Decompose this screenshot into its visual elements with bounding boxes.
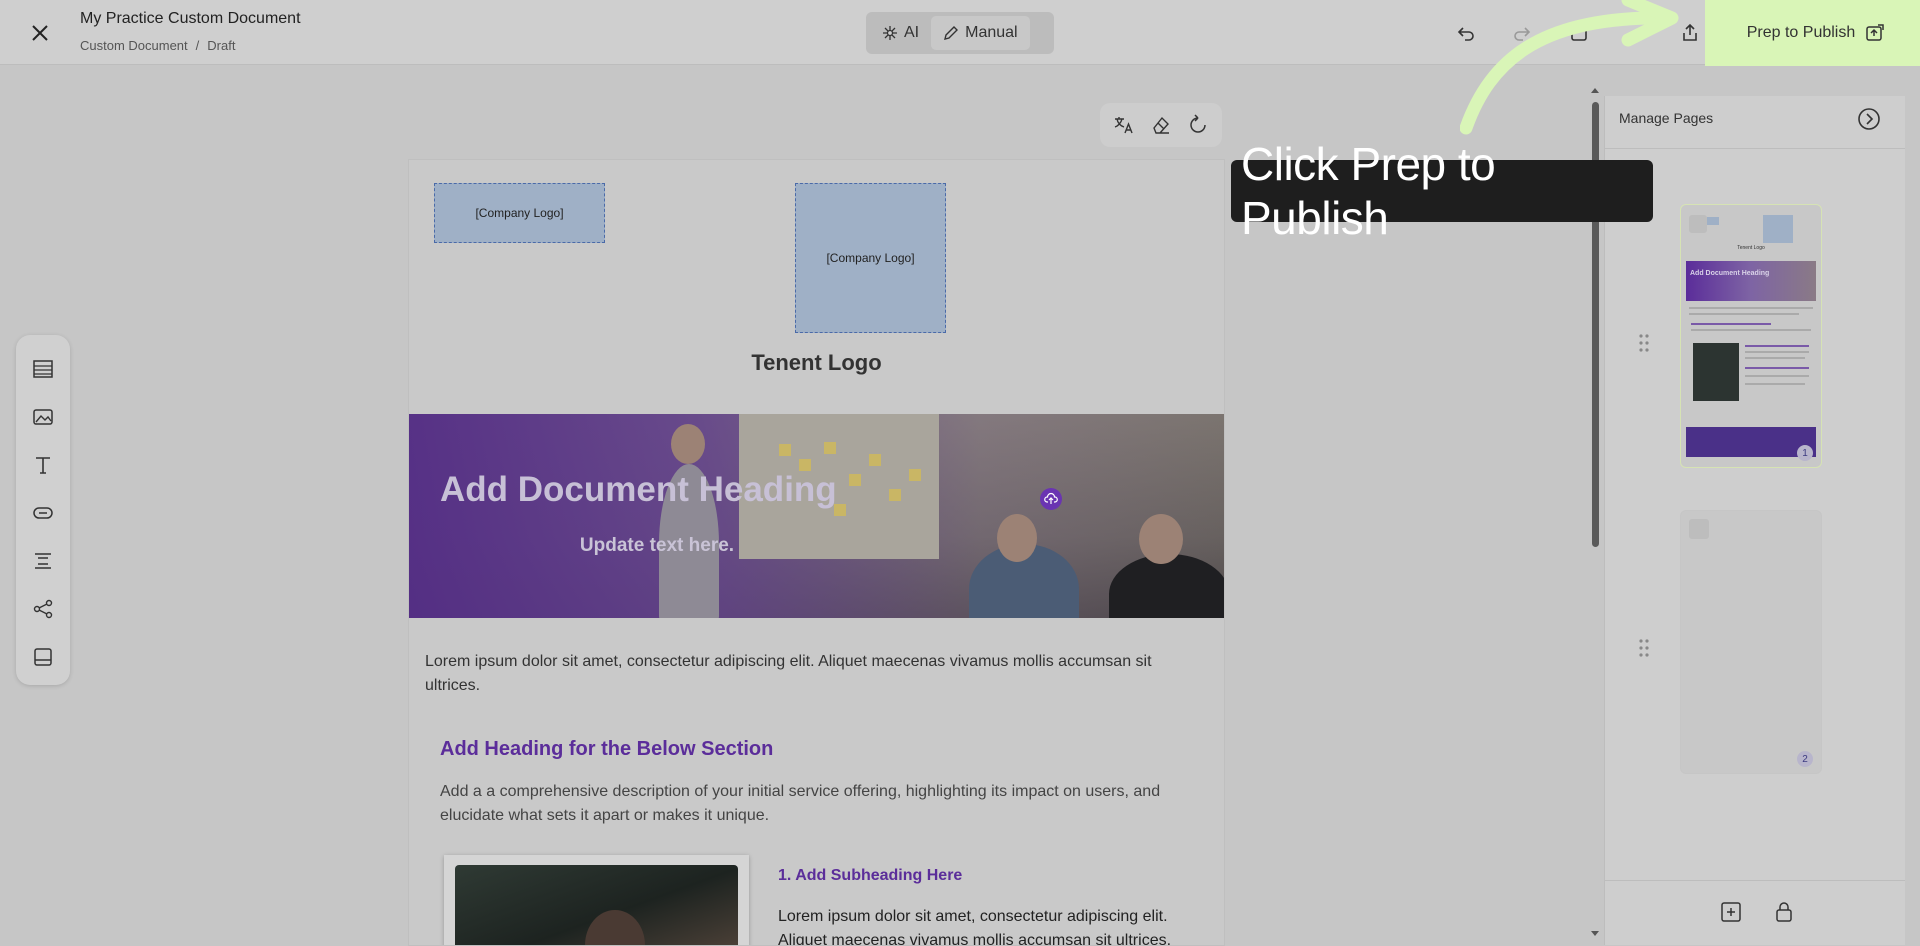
page-number-badge: 1 (1797, 445, 1813, 461)
breadcrumb-document-type[interactable]: Custom Document (80, 38, 188, 53)
section-heading[interactable]: Add Heading for the Below Section (440, 738, 773, 761)
social-tool-button[interactable] (29, 595, 57, 623)
chevron-right-icon[interactable] (1856, 106, 1882, 132)
reset-button[interactable] (1184, 111, 1212, 139)
prep-to-publish-label: Prep to Publish (1746, 24, 1856, 41)
breadcrumb-separator: / (195, 38, 200, 53)
add-page-icon[interactable] (1718, 899, 1744, 925)
section-image-head (585, 910, 645, 945)
document-canvas: [Company Logo] [Company Logo] Tenent Log… (409, 160, 1224, 945)
translate-button[interactable] (1110, 111, 1138, 139)
section-description[interactable]: Add a a comprehensive description of you… (440, 780, 1200, 828)
refresh-icon (1189, 114, 1206, 133)
publish-icon (1866, 24, 1884, 41)
spacer-icon (35, 553, 51, 569)
scroll-down-icon[interactable] (1590, 930, 1600, 938)
prep-to-publish-button[interactable]: Prep to Publish (1722, 12, 1910, 54)
banner-person-3 (1109, 554, 1224, 618)
company-logo-small[interactable]: [Company Logo] (434, 183, 605, 243)
mode-ai-button[interactable]: AI (870, 16, 931, 50)
mode-manual-label: Manual (965, 24, 1018, 41)
tenent-logo-text[interactable]: Tenent Logo (409, 350, 1224, 376)
drag-handle-icon[interactable] (1637, 638, 1651, 658)
subheading[interactable]: 1. Add Subheading Here (778, 867, 962, 885)
share-nodes-icon (33, 599, 53, 619)
sub-paragraph[interactable]: Lorem ipsum dolor sit amet, consectetur … (778, 905, 1198, 945)
footer-icon (34, 648, 52, 666)
table-icon (33, 360, 53, 378)
company-logo-large[interactable]: [Company Logo] (795, 183, 946, 333)
banner-heading[interactable]: Add Document Heading (440, 470, 837, 510)
banner-head-3 (1139, 514, 1183, 564)
breadcrumb-status: Draft (207, 38, 236, 53)
sparkle-icon (883, 26, 897, 40)
close-button[interactable] (24, 20, 56, 46)
breadcrumb: Custom Document / Draft (80, 38, 235, 53)
drag-handle-icon[interactable] (1637, 333, 1651, 353)
tutorial-callout: Click Prep to Publish (1231, 138, 1653, 244)
close-icon (32, 25, 48, 41)
banner-head-2 (997, 514, 1037, 562)
mode-ai-label: AI (904, 24, 920, 41)
pencil-icon (944, 26, 959, 40)
panel-footer (1605, 880, 1905, 946)
spacer-tool-button[interactable] (29, 547, 57, 575)
translate-icon (1115, 117, 1133, 134)
footer-tool-button[interactable] (29, 643, 57, 671)
eraser-button[interactable] (1147, 111, 1175, 139)
banner-head-1 (671, 424, 705, 464)
button-icon (33, 507, 53, 519)
document-title: My Practice Custom Document (80, 10, 301, 27)
lock-icon[interactable] (1771, 899, 1797, 925)
section-image-frame[interactable] (444, 855, 749, 945)
page-thumbnail-1[interactable]: Tenent Logo Add Document Heading 1 (1680, 204, 1822, 468)
text-icon (36, 457, 50, 474)
thumb-heading-text: Add Document Heading (1690, 270, 1770, 277)
intro-paragraph[interactable]: Lorem ipsum dolor sit amet, consectetur … (425, 650, 1195, 698)
manage-pages-title: Manage Pages (1619, 110, 1714, 126)
table-tool-button[interactable] (29, 355, 57, 383)
canvas-floating-toolbar (1100, 103, 1222, 147)
image-tool-button[interactable] (29, 403, 57, 431)
button-tool-button[interactable] (29, 499, 57, 527)
element-toolbar (16, 335, 70, 685)
banner-subtext[interactable]: Update text here. (409, 535, 905, 557)
text-tool-button[interactable] (29, 451, 57, 479)
cloud-upload-icon (1044, 492, 1058, 504)
page-thumbnail-2[interactable]: 2 (1680, 510, 1822, 774)
heading-banner[interactable]: Add Document Heading Update text here. (409, 414, 1224, 618)
section-image (455, 865, 738, 945)
mode-manual-button[interactable]: Manual (931, 16, 1030, 50)
thumb-logo-text: Tenent Logo (1737, 245, 1765, 251)
image-icon (33, 409, 53, 425)
scroll-up-icon[interactable] (1590, 86, 1600, 94)
eraser-icon (1153, 116, 1169, 134)
upload-image-button[interactable] (1040, 488, 1062, 510)
page-number-badge: 2 (1797, 751, 1813, 767)
mode-toggle: AI Manual (866, 12, 1054, 54)
